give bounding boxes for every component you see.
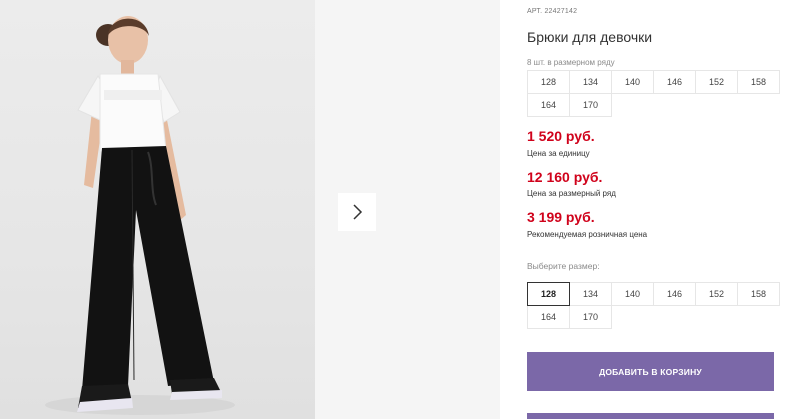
pack-size-cell: 134 <box>569 70 612 94</box>
product-title: Брюки для девочки <box>527 29 653 45</box>
size-option-128[interactable]: 128 <box>527 282 570 306</box>
size-option-146[interactable]: 146 <box>653 282 696 306</box>
pack-size-cell: 170 <box>569 93 612 117</box>
product-photo <box>0 0 315 419</box>
article-number: АРТ. 22427142 <box>527 8 577 15</box>
add-to-cart-button[interactable]: ДОБАВИТЬ В КОРЗИНУ <box>527 352 774 391</box>
article-label: АРТ. <box>527 8 543 15</box>
secondary-action-button[interactable] <box>527 413 774 419</box>
retail-price-label: Рекомендуемая розничная цена <box>527 230 648 239</box>
retail-price: 3 199 руб. <box>527 209 595 225</box>
pack-size-cell: 128 <box>527 70 570 94</box>
pack-price-label: Цена за размерный ряд <box>527 189 616 198</box>
pack-size-cell: 164 <box>527 93 570 117</box>
size-selector: 128 134 140 146 152 158 164 170 <box>527 282 780 329</box>
pack-price: 12 160 руб. <box>527 169 603 185</box>
product-photo-illustration <box>45 16 235 415</box>
pack-note: 8 шт. в размерном ряду <box>527 58 615 67</box>
pack-size-cell: 146 <box>653 70 696 94</box>
chevron-right-icon <box>353 204 363 220</box>
size-option-134[interactable]: 134 <box>569 282 612 306</box>
pack-size-cell: 140 <box>611 70 654 94</box>
pack-size-cell: 158 <box>737 70 780 94</box>
size-option-170[interactable]: 170 <box>569 305 612 329</box>
pack-size-cell: 152 <box>695 70 738 94</box>
unit-price-label: Цена за единицу <box>527 149 590 158</box>
pack-sizes-grid: 128 134 140 146 152 158 164 170 <box>527 70 780 117</box>
article-value: 22427142 <box>544 8 578 15</box>
next-image-button[interactable] <box>338 193 376 231</box>
choose-size-label: Выберите размер: <box>527 261 600 271</box>
size-option-140[interactable]: 140 <box>611 282 654 306</box>
unit-price: 1 520 руб. <box>527 128 595 144</box>
size-option-152[interactable]: 152 <box>695 282 738 306</box>
size-option-164[interactable]: 164 <box>527 305 570 329</box>
size-option-158[interactable]: 158 <box>737 282 780 306</box>
